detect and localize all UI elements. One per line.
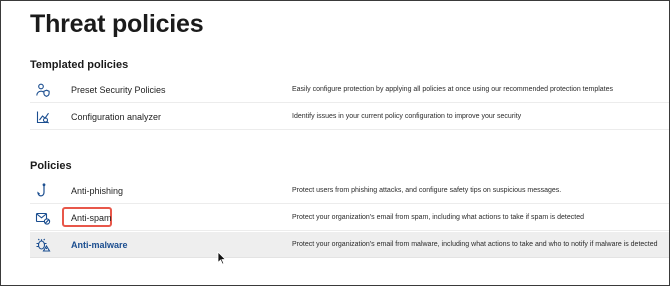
policies-heading: Policies bbox=[30, 160, 72, 172]
mail-block-icon bbox=[34, 209, 51, 226]
policy-name[interactable]: Configuration analyzer bbox=[71, 112, 161, 122]
policy-description: Protect users from phishing attacks, and… bbox=[292, 187, 562, 194]
fishhook-icon bbox=[34, 182, 51, 199]
policy-row-anti-spam[interactable]: Anti-spam Protect your organization's em… bbox=[30, 205, 669, 231]
policy-name[interactable]: Anti-spam bbox=[71, 213, 112, 223]
policy-name[interactable]: Anti-malware bbox=[71, 240, 128, 250]
policy-description: Easily configure protection by applying … bbox=[292, 86, 614, 93]
policy-row-configuration-analyzer[interactable]: Configuration analyzer Identify issues i… bbox=[30, 104, 669, 130]
policy-description: Identify issues in your current policy c… bbox=[292, 113, 522, 120]
templated-policies-heading: Templated policies bbox=[30, 59, 129, 71]
policy-name[interactable]: Preset Security Policies bbox=[71, 85, 166, 95]
malware-bug-icon bbox=[34, 236, 51, 253]
policy-description: Protect your organization's email from s… bbox=[292, 214, 584, 221]
mouse-cursor-icon bbox=[217, 251, 227, 265]
policy-row-anti-phishing[interactable]: Anti-phishing Protect users from phishin… bbox=[30, 178, 669, 204]
policy-row-anti-malware[interactable]: Anti-malware Protect your organization's… bbox=[30, 232, 669, 258]
user-shield-icon bbox=[34, 81, 51, 98]
threat-policies-page: Threat policies Templated policies Prese… bbox=[0, 0, 670, 286]
policy-description: Protect your organization's email from m… bbox=[292, 241, 658, 248]
policy-name[interactable]: Anti-phishing bbox=[71, 186, 123, 196]
analyzer-icon bbox=[34, 108, 51, 125]
page-title: Threat policies bbox=[30, 10, 204, 38]
policy-row-preset-security[interactable]: Preset Security Policies Easily configur… bbox=[30, 77, 669, 103]
